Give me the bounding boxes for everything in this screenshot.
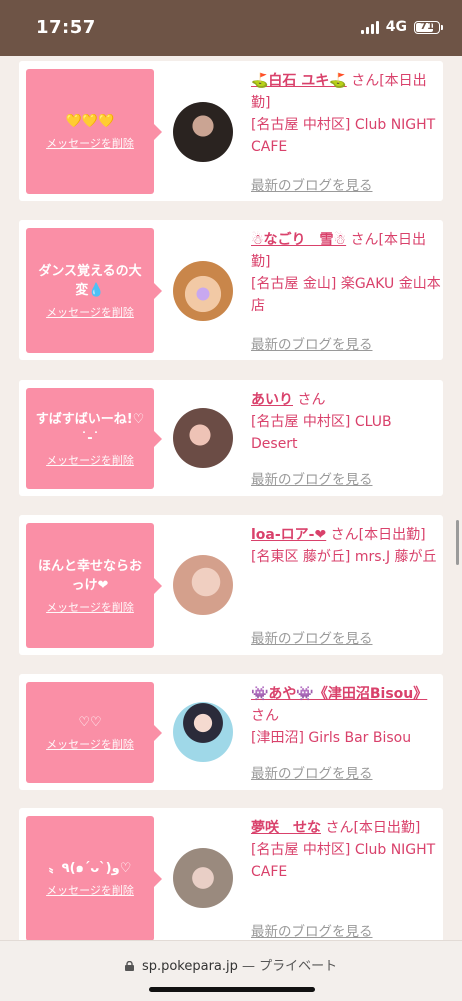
shop-name: [津田沼] Girls Bar Bisou [251,730,412,746]
latest-blog-link[interactable]: 最新のブログを見る [251,468,373,488]
cast-name-link[interactable]: loa-ロア-❤ [251,527,326,543]
delete-message-link[interactable]: メッセージを削除 [46,599,134,615]
message-text: 〟٩(๑´ᴗ`)و♡ [48,861,132,876]
avatar[interactable] [173,102,233,162]
message-text: ほんと幸せならおっけ❤ [37,558,142,593]
message-bubble: ♡♡ メッセージを削除 [26,682,162,783]
status-bar: 17:57 4G 71 [0,0,462,56]
shop-name: [名古屋 中村区] CLUB Desert [251,414,392,452]
message-card: すばすばいーね!♡ ˙-˙ メッセージを削除 あいり さん [名古屋 中村区] … [19,380,443,496]
avatar[interactable] [173,261,233,321]
latest-blog-link[interactable]: 最新のブログを見る [251,762,373,782]
url-domain: sp.pokepara.jp [141,959,238,974]
message-list: 💛💛💛 メッセージを削除 ⛳白石 ユキ⛳ さん[本日出勤] [名古屋 中村区] … [0,56,462,940]
delete-message-link[interactable]: メッセージを削除 [46,135,134,151]
url-separator: — [242,959,256,974]
cast-name-link[interactable]: ☃なごり 雪☃ [251,232,346,248]
battery-level: 71 [420,20,434,32]
status-indicators: 4G 71 [360,19,443,35]
cast-status: さん[本日出勤] [325,820,421,836]
delete-message-link[interactable]: メッセージを削除 [46,452,134,468]
message-bubble: すばすばいーね!♡ ˙-˙ メッセージを削除 [26,388,162,489]
lock-icon [124,961,134,971]
message-bubble: ほんと幸せならおっけ❤ メッセージを削除 [26,523,162,648]
battery-icon: 71 [414,20,443,34]
status-time: 17:57 [36,17,96,38]
shop-name: [名古屋 中村区] Club NIGHT CAFE [251,842,436,880]
latest-blog-link[interactable]: 最新のブログを見る [251,333,373,353]
cast-name-link[interactable]: 夢咲 せな [251,820,321,836]
latest-blog-link[interactable]: 最新のブログを見る [251,920,373,940]
url-bar[interactable]: sp.pokepara.jp — プライベート [0,940,462,1001]
shop-name: [名古屋 中村区] Club NIGHT CAFE [251,117,436,155]
message-card: ほんと幸せならおっけ❤ メッセージを削除 loa-ロア-❤ さん[本日出勤] [… [19,515,443,655]
message-card: 〟٩(๑´ᴗ`)و♡ メッセージを削除 夢咲 せな さん[本日出勤] [名古屋 … [19,808,443,940]
delete-message-link[interactable]: メッセージを削除 [46,304,134,320]
shop-name: [名東区 藤が丘] mrs.J 藤が丘 [251,549,437,565]
network-type: 4G [385,19,407,35]
cast-name-link[interactable]: 👾あや👾《津田沼Bisou》 [251,686,427,702]
message-text: ♡♡ [78,715,102,730]
signal-icon [360,20,379,34]
message-bubble: 〟٩(๑´ᴗ`)و♡ メッセージを削除 [26,816,162,940]
message-bubble: ダンス覚えるの大変💧 メッセージを削除 [26,228,162,353]
message-bubble: 💛💛💛 メッセージを削除 [26,69,162,194]
delete-message-link[interactable]: メッセージを削除 [46,882,134,898]
message-text: ダンス覚えるの大変💧 [38,263,142,298]
message-text: すばすばいーね!♡ ˙-˙ [35,411,145,446]
delete-message-link[interactable]: メッセージを削除 [46,736,134,752]
private-mode-label: プライベート [259,959,338,974]
cast-status: さん[本日出勤] [330,527,426,543]
url-display[interactable]: sp.pokepara.jp — プライベート [0,955,462,974]
home-indicator[interactable] [149,987,315,992]
avatar[interactable] [173,848,233,908]
message-card: ダンス覚えるの大変💧 メッセージを削除 ☃なごり 雪☃ さん[本日出勤] [名古… [19,220,443,360]
avatar[interactable] [173,555,233,615]
avatar[interactable] [173,408,233,468]
cast-status: さん [297,392,326,408]
avatar[interactable] [173,702,233,762]
latest-blog-link[interactable]: 最新のブログを見る [251,627,373,647]
message-card: ♡♡ メッセージを削除 👾あや👾《津田沼Bisou》 さん [津田沼] Girl… [19,674,443,790]
cast-status: さん [251,708,279,724]
latest-blog-link[interactable]: 最新のブログを見る [251,174,373,194]
shop-name: [名古屋 金山] 楽GAKU 金山本店 [251,276,441,314]
message-card: 💛💛💛 メッセージを削除 ⛳白石 ユキ⛳ さん[本日出勤] [名古屋 中村区] … [19,61,443,201]
scrollbar[interactable] [456,520,459,565]
cast-name-link[interactable]: あいり [251,392,293,408]
message-text: 💛💛💛 [65,114,115,129]
cast-name-link[interactable]: ⛳白石 ユキ⛳ [251,73,347,89]
